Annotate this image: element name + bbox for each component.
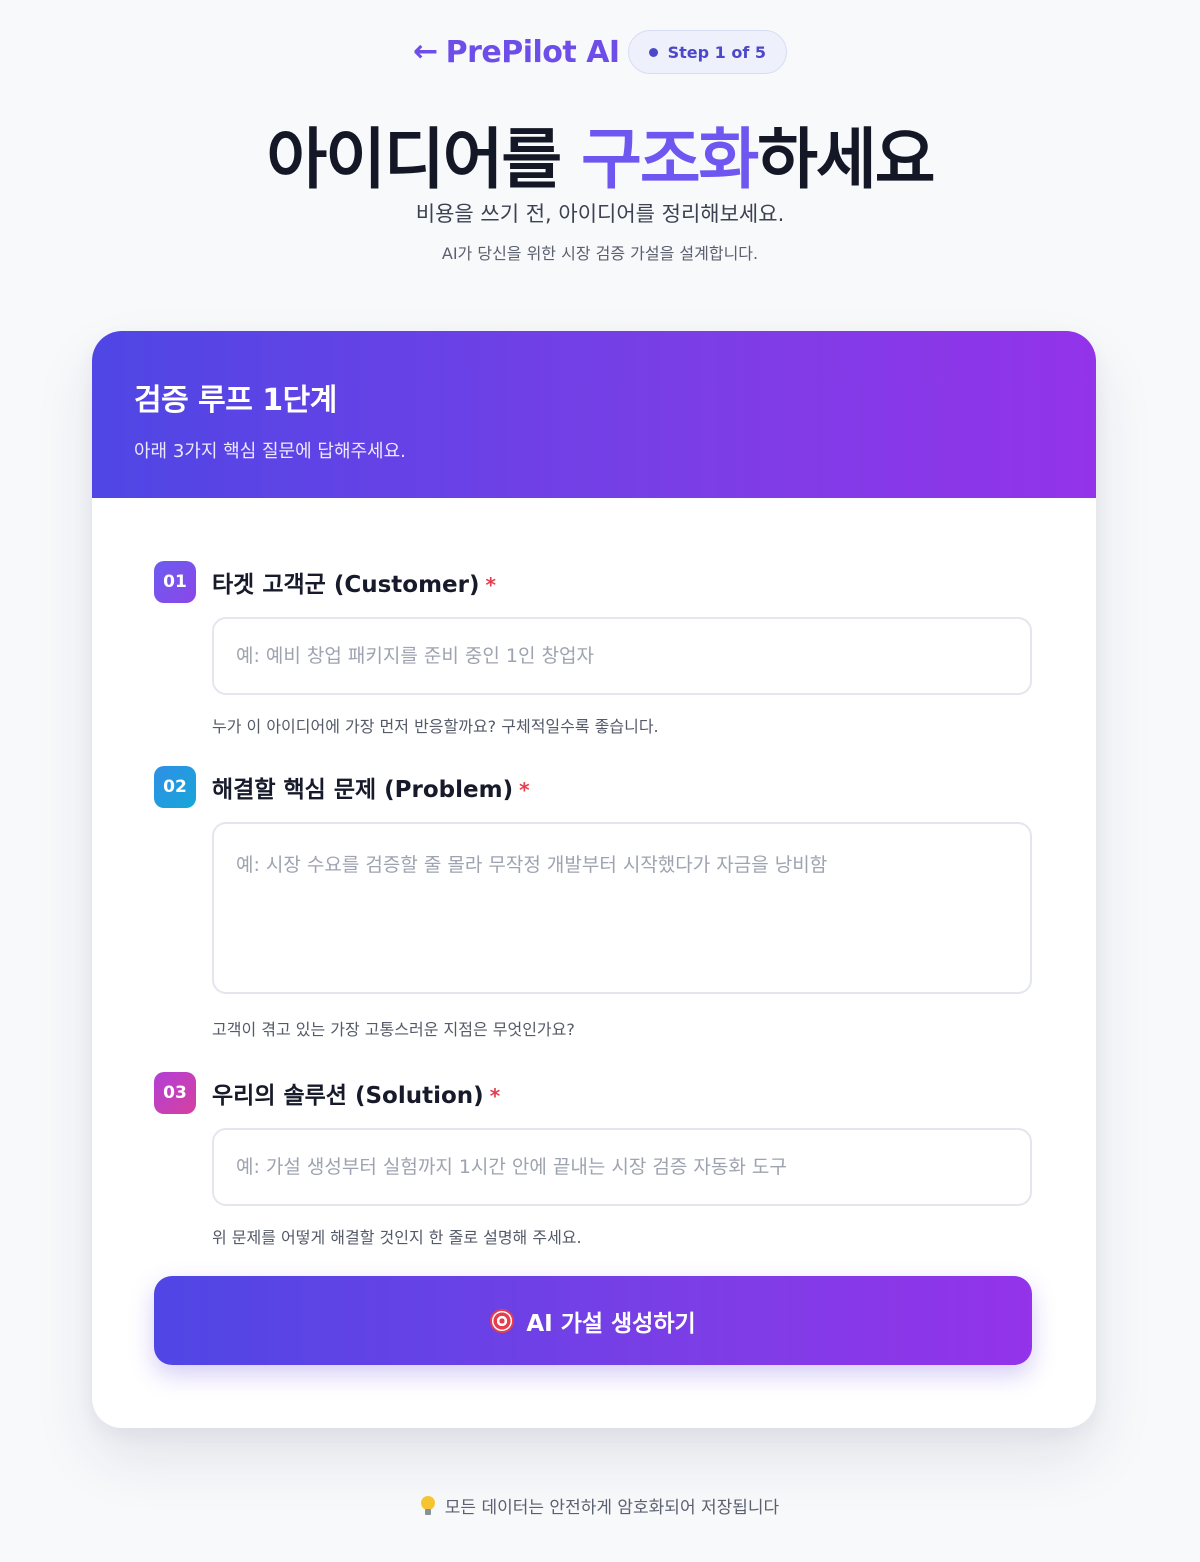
customer-input[interactable] [212, 617, 1032, 695]
submit-label: AI 가설 생성하기 [526, 1310, 696, 1337]
solution-field: 03 우리의 솔루션 (Solution)* 위 문제를 어떻게 해결할 것인지… [154, 1072, 1032, 1248]
step-badge: Step 1 of 5 [627, 30, 787, 74]
card-header: 검증 루프 1단계 아래 3가지 핵심 질문에 답해주세요. [92, 331, 1096, 498]
field-label-row: 01 타겟 고객군 (Customer) * [154, 561, 1032, 603]
title-part: 하세요 [757, 121, 935, 198]
field-label: 우리의 솔루션 (Solution) * [212, 1076, 500, 1110]
footer-text: 모든 데이터는 안전하게 암호화되어 저장됩니다 [444, 1498, 780, 1518]
field-label-text: 해결할 핵심 문제 (Problem) [212, 777, 514, 803]
problem-textarea[interactable] [212, 822, 1032, 994]
footer-note: 모든 데이터는 안전하게 암호화되어 저장됩니다 [0, 1493, 1200, 1518]
card-title: 검증 루프 1단계 [134, 383, 337, 418]
page-title: 아이디어를 구조화하세요 [0, 106, 1200, 202]
lightbulb-icon [420, 1495, 435, 1516]
title-accent: 구조화 [581, 121, 759, 198]
page-note: AI가 당신을 위한 시장 검증 가설을 설계합니다. [441, 244, 759, 263]
brand-name: PrePilot AI [445, 34, 620, 70]
solution-input[interactable] [212, 1128, 1032, 1206]
field-label-row: 02 해결할 핵심 문제 (Problem) * [154, 766, 1032, 808]
brand-row: ← PrePilot AI Step 1 of 5 [0, 30, 1200, 74]
field-hint: 누가 이 아이디어에 가장 먼저 반응할까요? 구체적일수록 좋습니다. [212, 717, 659, 736]
step-number-badge: 02 [154, 766, 196, 808]
form-card: 검증 루프 1단계 아래 3가지 핵심 질문에 답해주세요. 01 타겟 고객군… [92, 331, 1096, 1428]
target-icon [490, 1308, 515, 1333]
card-subtitle: 아래 3가지 핵심 질문에 답해주세요. [134, 441, 406, 462]
field-label-text: 우리의 솔루션 (Solution) [212, 1083, 484, 1109]
step-label: Step 1 of 5 [667, 42, 766, 62]
field-label-text: 타겟 고객군 (Customer) [212, 572, 480, 598]
field-hint: 고객이 겪고 있는 가장 고통스러운 지점은 무엇인가요? [212, 1020, 575, 1039]
customer-field: 01 타겟 고객군 (Customer)* 누가 이 아이디어에 가장 먼저 반… [154, 561, 1032, 737]
required-mark: * [489, 1084, 501, 1108]
field-label: 타겟 고객군 (Customer) * [212, 565, 496, 599]
page: ← PrePilot AI Step 1 of 5 아이디어를 구조화하세요 비… [0, 0, 1200, 1562]
step-dot-icon [648, 47, 658, 57]
generate-hypothesis-button[interactable]: AI 가설 생성하기 [154, 1276, 1032, 1365]
field-label: 해결할 핵심 문제 (Problem) * [212, 770, 530, 804]
page-subtitle: 비용을 쓰기 전, 아이디어를 정리해보세요. [415, 202, 785, 226]
title-part: 아이디어를 [266, 121, 582, 198]
arrow-left-icon: ← [412, 34, 438, 69]
field-hint: 위 문제를 어떻게 해결할 것인지 한 줄로 설명해 주세요. [212, 1228, 582, 1247]
required-mark: * [485, 573, 496, 597]
problem-field: 02 해결할 핵심 문제 (Problem)* 고객이 겪고 있는 가장 고통스… [154, 766, 1032, 1040]
step-number-badge: 01 [154, 561, 196, 603]
field-label-row: 03 우리의 솔루션 (Solution) * [154, 1072, 1032, 1114]
back-to-home-link[interactable]: ← PrePilot AI [413, 35, 620, 70]
step-number-badge: 03 [154, 1072, 196, 1114]
required-mark: * [519, 778, 530, 802]
